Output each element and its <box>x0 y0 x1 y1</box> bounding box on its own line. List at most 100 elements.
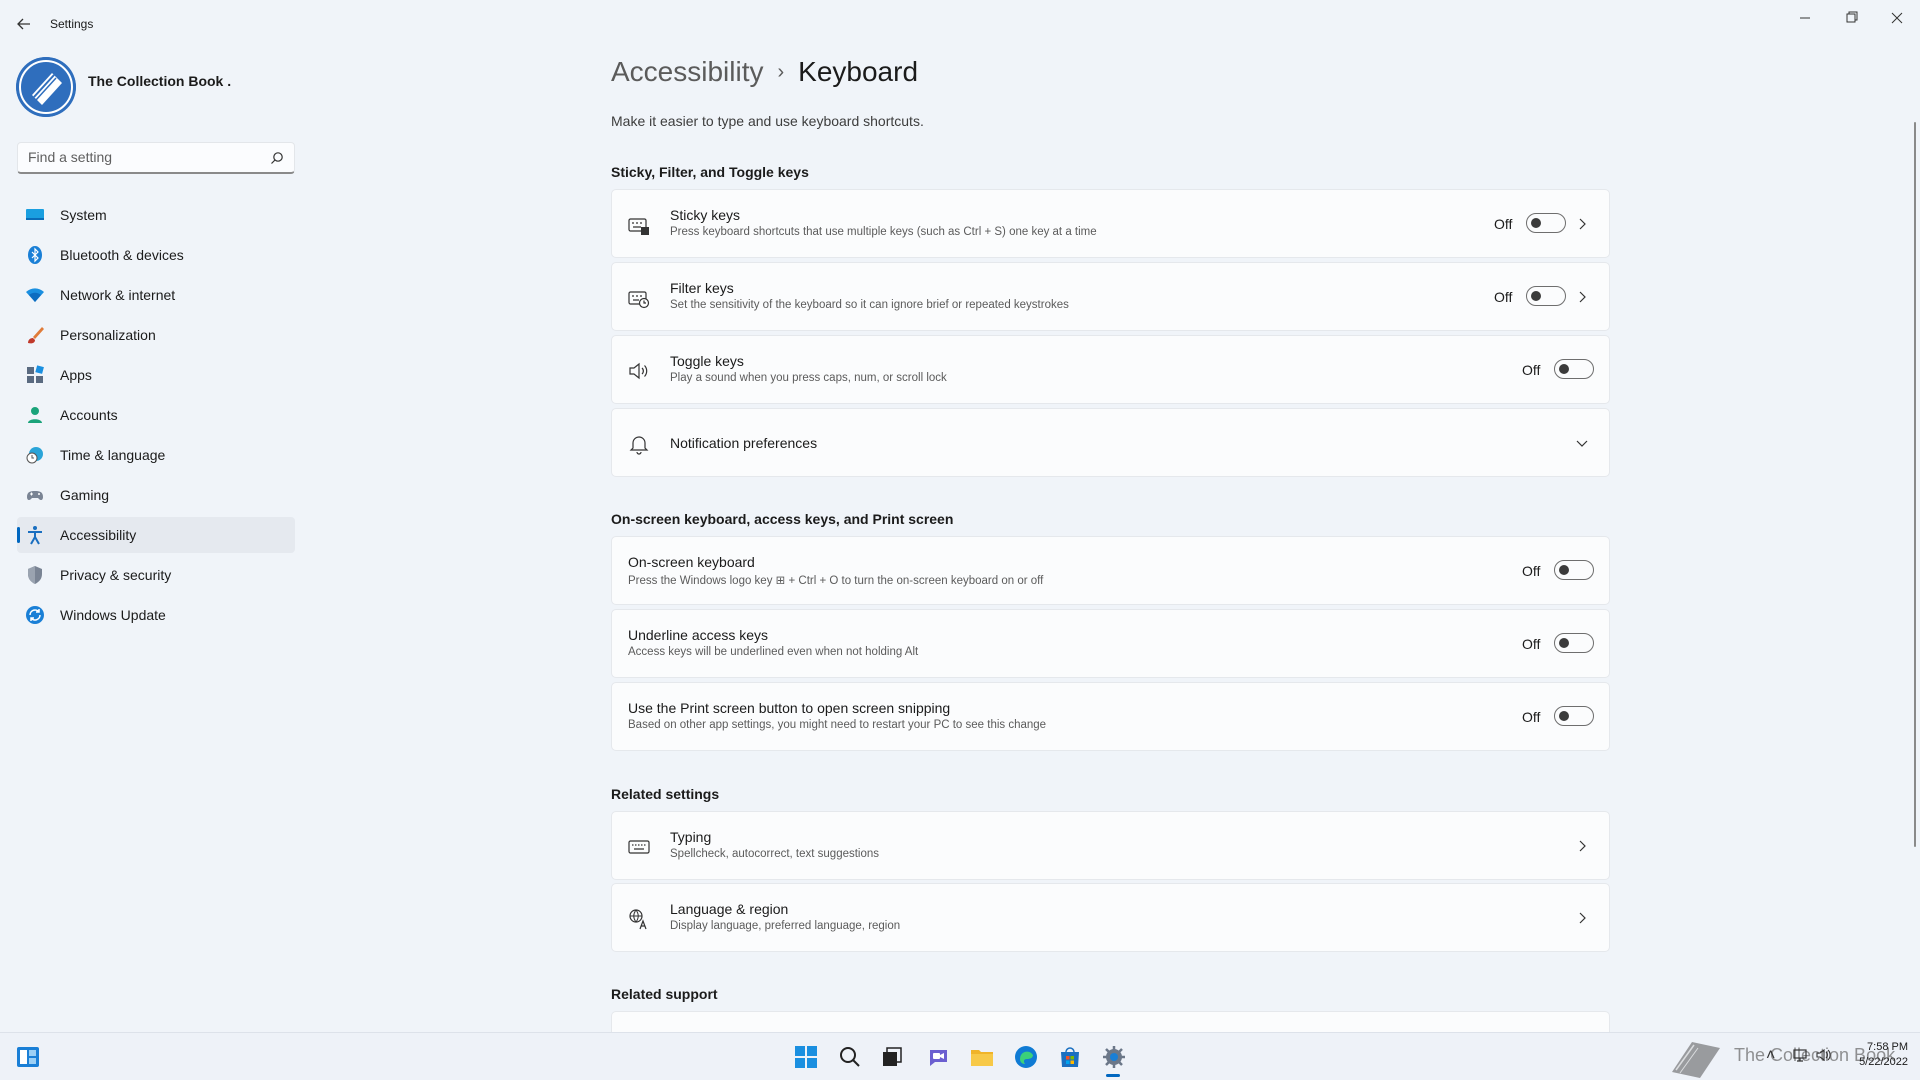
scrollbar[interactable] <box>1914 122 1916 847</box>
keyboard-icon <box>628 840 650 854</box>
toggle-keys-toggle[interactable] <box>1554 359 1594 379</box>
back-arrow-icon[interactable] <box>14 14 34 34</box>
network-icon[interactable] <box>1792 1047 1808 1063</box>
person-icon <box>28 407 42 423</box>
profile-name[interactable]: The Collection Book . <box>88 73 231 89</box>
bell-icon <box>629 436 649 455</box>
chevron-up-icon[interactable]: ˄ <box>1766 1047 1775 1065</box>
filter-keys-toggle[interactable] <box>1526 286 1566 306</box>
gamepad-icon <box>27 491 43 501</box>
sidebar-item-accounts[interactable]: Accounts <box>17 397 295 433</box>
widgets-icon[interactable] <box>16 1045 40 1069</box>
minimize-icon[interactable] <box>1790 8 1820 28</box>
restore-icon[interactable] <box>1836 8 1866 28</box>
chevron-right-icon[interactable] <box>1575 911 1589 925</box>
sticky-keys-toggle[interactable] <box>1526 213 1566 233</box>
sticky-keys-icon <box>628 218 649 235</box>
sidebar-item-time-language[interactable]: Time & language <box>17 437 295 473</box>
sidebar-item-bluetooth[interactable]: Bluetooth & devices <box>17 237 295 273</box>
breadcrumb-separator: › <box>777 61 785 83</box>
sidebar-item-label: System <box>60 207 107 223</box>
underline-access-keys-title: Underline access keys <box>628 627 769 643</box>
sidebar-item-label: Bluetooth & devices <box>60 247 184 263</box>
typing-description: Spellcheck, autocorrect, text suggestion… <box>670 848 880 860</box>
chevron-down-icon[interactable] <box>1575 436 1589 450</box>
related-support-card[interactable] <box>611 1011 1610 1032</box>
file-explorer-icon[interactable] <box>970 1045 994 1069</box>
start-icon[interactable] <box>794 1045 818 1069</box>
avatar[interactable] <box>16 57 76 117</box>
typing-title: Typing <box>670 829 712 845</box>
search-icon[interactable] <box>838 1045 862 1069</box>
toggle-knob <box>1559 638 1569 648</box>
section-title-related-support: Related support <box>611 986 718 1002</box>
sidebar-item-privacy[interactable]: Privacy & security <box>17 557 295 593</box>
sidebar-item-accessibility[interactable]: Accessibility <box>17 517 295 553</box>
app-title: Settings <box>50 17 94 31</box>
sidebar-item-label: Accounts <box>60 407 118 423</box>
search-icon[interactable] <box>270 151 284 165</box>
sidebar-item-windows-update[interactable]: Windows Update <box>17 597 295 633</box>
sidebar-item-system[interactable]: System <box>17 197 295 233</box>
toggle-keys-card[interactable]: Toggle keys Play a sound when you press … <box>611 335 1610 404</box>
filter-keys-description: Set the sensitivity of the keyboard so i… <box>670 299 1069 311</box>
sidebar-item-gaming[interactable]: Gaming <box>17 477 295 513</box>
language-region-title: Language & region <box>670 901 789 917</box>
volume-icon[interactable] <box>1816 1047 1832 1063</box>
underline-access-keys-state: Off <box>1522 636 1541 652</box>
apps-icon <box>27 365 44 383</box>
filter-keys-card[interactable]: Filter keys Set the sensitivity of the k… <box>611 262 1610 331</box>
sidebar-item-personalization[interactable]: Personalization <box>17 317 295 353</box>
breadcrumb-parent[interactable]: Accessibility <box>611 56 763 87</box>
chat-icon[interactable] <box>926 1045 950 1069</box>
sidebar-item-label: Time & language <box>60 447 166 463</box>
language-icon <box>629 909 647 930</box>
search-input[interactable] <box>28 149 258 165</box>
onscreen-keyboard-card[interactable]: On-screen keyboard Press the Windows log… <box>611 536 1610 605</box>
clock[interactable]: 7:58 PM 5/22/2022 <box>1848 1040 1908 1070</box>
print-screen-toggle[interactable] <box>1554 706 1594 726</box>
brush-icon <box>28 327 44 344</box>
typing-card[interactable]: Typing Spellcheck, autocorrect, text sug… <box>611 811 1610 880</box>
sidebar-item-label: Gaming <box>60 487 110 503</box>
sidebar-item-network[interactable]: Network & internet <box>17 277 295 313</box>
sticky-keys-card[interactable]: Sticky keys Press keyboard shortcuts tha… <box>611 189 1610 258</box>
edge-icon[interactable] <box>1014 1045 1038 1069</box>
search-box[interactable] <box>17 142 295 174</box>
chevron-right-icon[interactable] <box>1575 839 1589 853</box>
print-screen-title: Use the Print screen button to open scre… <box>628 700 951 716</box>
speaker-icon <box>629 362 648 380</box>
print-screen-card[interactable]: Use the Print screen button to open scre… <box>611 682 1610 751</box>
language-region-card[interactable]: Language & region Display language, pref… <box>611 883 1610 952</box>
sidebar-item-label: Network & internet <box>60 287 176 303</box>
sidebar-item-apps[interactable]: Apps <box>17 357 295 393</box>
toggle-keys-description: Play a sound when you press caps, num, o… <box>670 372 947 384</box>
breadcrumb: Accessibility › Keyboard <box>611 56 918 88</box>
taskbar <box>0 1032 1920 1080</box>
toggle-knob <box>1531 291 1541 301</box>
shield-icon <box>28 566 42 584</box>
onscreen-keyboard-title: On-screen keyboard <box>628 554 755 570</box>
sidebar-item-label: Windows Update <box>60 607 166 623</box>
print-screen-description: Based on other app settings, you might n… <box>628 719 1047 731</box>
toggle-knob <box>1559 711 1569 721</box>
chevron-right-icon[interactable] <box>1575 217 1589 231</box>
onscreen-keyboard-toggle[interactable] <box>1554 560 1594 580</box>
page-description: Make it easier to type and use keyboard … <box>611 113 924 129</box>
task-view-icon[interactable] <box>880 1045 904 1069</box>
notification-preferences-title: Notification preferences <box>670 435 818 451</box>
close-icon[interactable] <box>1882 8 1912 28</box>
chevron-right-icon[interactable] <box>1575 290 1589 304</box>
title-bar: Settings <box>0 0 1920 48</box>
notification-preferences-card[interactable]: Notification preferences <box>611 408 1610 477</box>
underline-access-keys-toggle[interactable] <box>1554 633 1594 653</box>
section-title-onscreen: On-screen keyboard, access keys, and Pri… <box>611 511 954 527</box>
active-indicator <box>17 527 20 543</box>
clock-time: 7:58 PM <box>1867 1041 1908 1053</box>
settings-gear-icon[interactable] <box>1102 1045 1126 1069</box>
clock-date: 5/22/2022 <box>1859 1056 1908 1068</box>
store-icon[interactable] <box>1058 1045 1082 1069</box>
underline-access-keys-card[interactable]: Underline access keys Access keys will b… <box>611 609 1610 678</box>
bluetooth-icon <box>28 246 42 264</box>
section-title-sticky: Sticky, Filter, and Toggle keys <box>611 164 809 180</box>
